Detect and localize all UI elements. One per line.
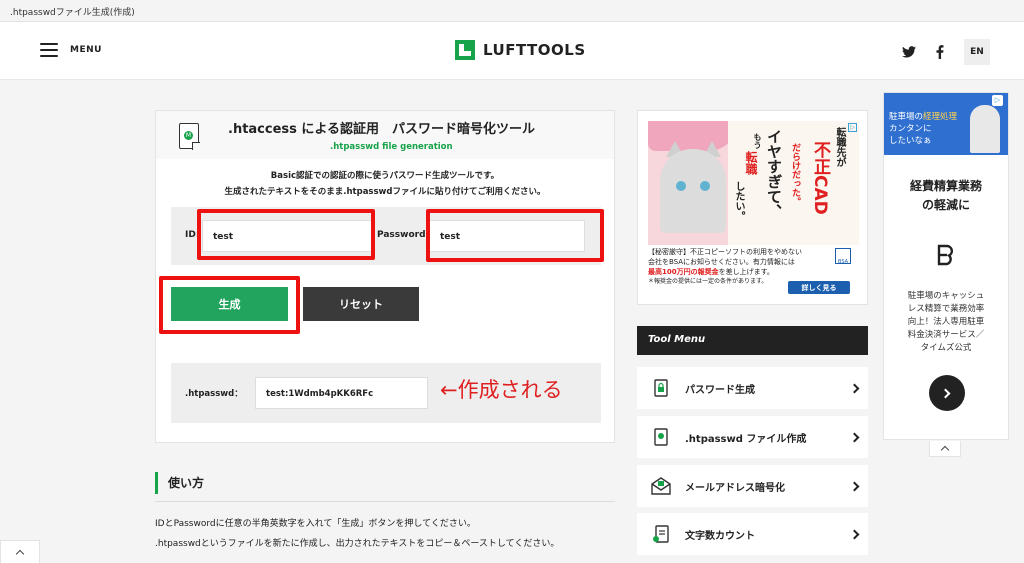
ad-parking-body: 駐車場のキャッシュ レス精算で業務効率 向上！法人専用駐車 料金決済サービス／ … (884, 290, 1008, 355)
site-logo[interactable]: LUFTTOOLS (455, 40, 586, 60)
ad-headline-2: 転職先が (834, 127, 845, 167)
password-label: Password: (377, 230, 430, 240)
id-highlight-box (197, 209, 375, 260)
language-switch-button[interactable]: EN (964, 39, 990, 65)
generate-highlight-box (159, 276, 300, 334)
annotation-created-note: ←作成される (440, 378, 563, 402)
bsa-advertisement[interactable]: 転職先が 不正CAD だらけだった。 イヤすぎて、 もう 転職 したい。 ▷ 【… (637, 110, 868, 305)
cat-eye-left (676, 181, 686, 191)
tool-header: M .htaccess による認証用 パスワード暗号化ツール .htpasswd… (156, 111, 614, 159)
site-header: MENU LUFTTOOLS EN (0, 22, 1024, 80)
ad-parking-body-line4: 料金決済サービス／ (907, 330, 985, 340)
logo-mark-icon (455, 40, 475, 60)
ad-cat-image: 転職先が 不正CAD だらけだった。 イヤすぎて、 もう 転職 したい。 ▷ (648, 121, 859, 245)
ad-parking-top-line3: したいなぁ (889, 136, 932, 146)
chevron-up-icon (15, 549, 25, 558)
cat-illustration (660, 149, 726, 233)
flower-crown-shape (648, 121, 738, 151)
ad-copy-line3: 最高100万円の報奨金を差し上げます。 (648, 267, 859, 277)
ad-copy-highlight: 最高100万円の報奨金 (648, 268, 719, 276)
businessman-illustration (970, 105, 1000, 153)
lock-file-icon (651, 378, 671, 398)
brand-b-icon (934, 243, 958, 267)
ad-parking-banner: 駐車場の経理処理 カンタンに したいなぁ ▷ (884, 93, 1008, 155)
usage-heading: 使い方 (155, 472, 204, 494)
tool-menu-item-label: パスワード生成 (685, 384, 755, 396)
ad-copy-line1: 【秘密厳守】不正コピーソフトの利用をやめない (648, 248, 802, 256)
tool-menu-item-count[interactable]: 文字数カウント (637, 513, 868, 555)
ad-parking-body-line1: 駐車場のキャッシュ (907, 291, 985, 301)
chevron-right-icon (849, 432, 860, 442)
ad-headline-6: 転職 (744, 151, 758, 175)
ad-choices-icon[interactable]: ▷ (992, 95, 1003, 106)
reset-button[interactable]: リセット (303, 287, 419, 321)
ad-copy-line3-rest: を差し上げます。 (718, 268, 774, 276)
ad-headline-7: したい。 (733, 181, 744, 221)
ad-parking-title: 経費精算業務 の軽減に (884, 177, 1008, 215)
ad-headline-5: もう (753, 133, 762, 149)
logo-text: LUFTTOOLS (483, 41, 586, 59)
ad-parking-top-line1a: 駐車場の (889, 112, 924, 122)
ad-parking-top-line2: カンタンに (889, 124, 932, 134)
bsa-logo: BSA (835, 248, 851, 265)
ad-parking-body-line5: タイムズ公式 (920, 343, 972, 353)
menu-label: MENU (70, 45, 102, 55)
ad-parking-body-line3: 向上！法人専用駐車 (907, 317, 985, 327)
chevron-right-icon (849, 481, 860, 491)
chevron-right-icon (849, 383, 860, 393)
tool-description-line1: Basic認証での認証の際に使うパスワード生成ツールです。 (270, 171, 500, 181)
ad-parking-top-line1b: 経理処理 (923, 112, 958, 122)
htpasswd-file-icon (651, 427, 671, 447)
password-highlight-box (426, 209, 604, 262)
tool-menu-item-label: .htpasswd ファイル作成 (685, 433, 807, 445)
chevron-right-icon (849, 529, 860, 539)
cat-eye-right (700, 181, 710, 191)
facebook-icon[interactable] (932, 44, 948, 60)
tool-menu-item-htpasswd[interactable]: .htpasswd ファイル作成 (637, 416, 868, 458)
htpasswd-file-icon: M (179, 123, 200, 150)
ad-next-button[interactable] (929, 375, 965, 411)
tool-menu-item-mail[interactable]: メールアドレス暗号化 (637, 465, 868, 507)
chevron-right-icon (940, 388, 951, 398)
ad-headline-1: 不正CAD (810, 141, 830, 215)
ad-copy-line2: 会社をBSAにお知らせください。有力情報には (648, 258, 795, 266)
tool-menu-heading: Tool Menu (637, 326, 868, 355)
tool-menu-item-label: 文字数カウント (685, 530, 755, 542)
ad-details-button[interactable]: 詳しく見る (788, 281, 850, 294)
window-title: .htpasswdファイル生成(作成) (0, 0, 1024, 22)
tool-title: .htaccess による認証用 パスワード暗号化ツール (228, 122, 536, 137)
ad-headline-3: だらけだった。 (790, 143, 800, 206)
mail-icon (651, 476, 671, 496)
usage-text-line1: IDとPasswordに任意の半角英数字を入れて「生成」ボタンを押してください。 (155, 519, 476, 529)
ad-collapse-button[interactable] (929, 441, 961, 457)
usage-text-line2: .htpasswdというファイルを新たに作成し、出力されたテキストをコピー＆ペー… (155, 539, 560, 549)
result-label: .htpasswd： (185, 389, 243, 399)
chevron-up-icon (940, 445, 950, 455)
hamburger-icon (40, 43, 58, 57)
parking-advertisement[interactable]: 駐車場の経理処理 カンタンに したいなぁ ▷ 経費精算業務 の軽減に 駐車場のキ… (883, 92, 1009, 440)
ad-parking-title-line1: 経費精算業務 (909, 179, 982, 193)
ad-parking-top-text: 駐車場の経理処理 カンタンに したいなぁ (889, 111, 957, 147)
ad-headline-4: イヤすぎて、 (765, 129, 783, 219)
ad-choices-icon[interactable]: ▷ (848, 123, 857, 132)
tool-menu-item-label: メールアドレス暗号化 (685, 482, 785, 494)
count-file-icon (651, 524, 671, 544)
bottom-expand-button[interactable] (0, 540, 40, 563)
result-output-field[interactable]: test:1Wdmb4pKK6RFc (255, 377, 428, 409)
usage-divider (155, 501, 615, 502)
tool-subtitle: .htpasswd file generation (330, 142, 453, 152)
twitter-icon[interactable] (901, 44, 917, 60)
ad-parking-title-line2: の軽減に (921, 198, 970, 212)
tool-menu-item-password[interactable]: パスワード生成 (637, 367, 868, 409)
ad-parking-body-line2: レス精算で業務効率 (907, 304, 985, 314)
menu-button[interactable]: MENU (40, 42, 102, 58)
tool-description-line2: 生成されたテキストをそのまま.htpasswdファイルに貼り付けてご利用ください… (224, 187, 546, 197)
